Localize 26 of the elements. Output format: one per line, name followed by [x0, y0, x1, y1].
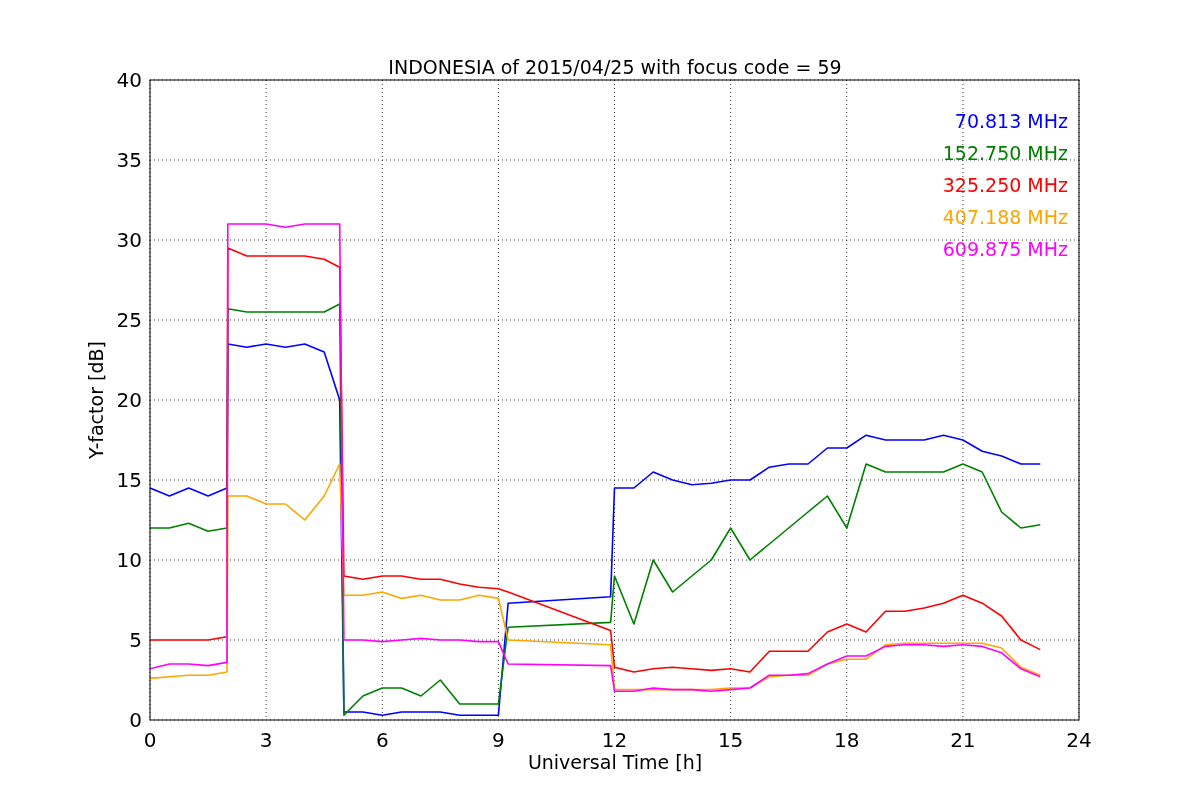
y-tick-label: 25 [116, 308, 142, 332]
x-tick-label: 0 [143, 728, 157, 752]
y-tick-label: 20 [116, 388, 142, 412]
x-tick-label: 12 [601, 728, 628, 752]
legend-label: 152.750 MHz [942, 142, 1068, 164]
y-axis-label: Y-factor [dB] [85, 341, 107, 459]
y-tick-label: 30 [116, 228, 142, 252]
x-tick-label: 15 [717, 728, 744, 752]
x-axis-label: Universal Time [h] [527, 751, 703, 773]
legend-label: 407.188 MHz [942, 206, 1068, 228]
y-tick-label: 40 [116, 68, 142, 92]
y-tick-label: 35 [116, 148, 142, 172]
x-tick-label: 6 [375, 728, 389, 752]
y-tick-label: 10 [116, 548, 142, 572]
x-tick-label: 3 [259, 728, 273, 752]
legend-label: 70.813 MHz [954, 110, 1068, 132]
chart-title: INDONESIA of 2015/04/25 with focus code = 59 [388, 56, 842, 78]
x-tick-label: 9 [492, 728, 505, 752]
x-tick-label: 24 [1066, 728, 1092, 752]
y-tick-label: 0 [129, 708, 142, 732]
y-tick-label: 15 [116, 468, 142, 492]
x-tick-label: 18 [834, 728, 860, 752]
legend-label: 325.250 MHz [942, 174, 1068, 196]
y-tick-label: 5 [129, 628, 142, 652]
x-tick-label: 21 [950, 728, 976, 752]
legend-label: 609.875 MHz [942, 238, 1068, 260]
